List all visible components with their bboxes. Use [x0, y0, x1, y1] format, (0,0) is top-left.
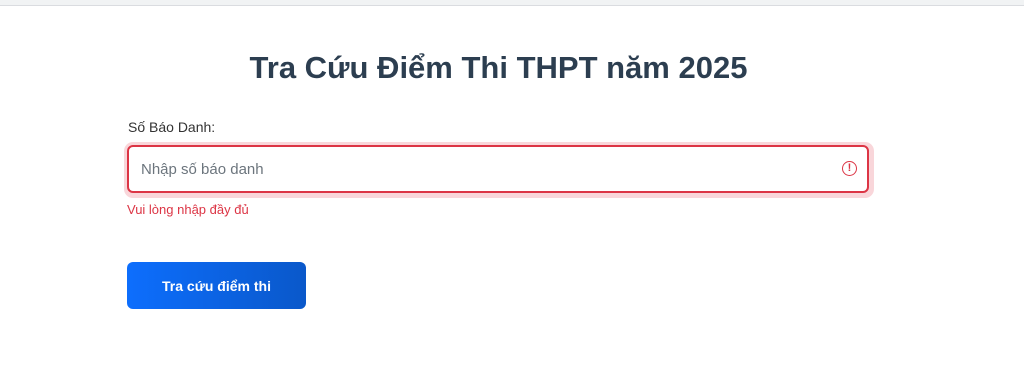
sbd-input[interactable]	[141, 147, 821, 191]
sbd-input-box: !	[127, 145, 869, 193]
browser-top-edge	[0, 0, 1024, 6]
error-message: Vui lòng nhập đầy đủ	[127, 202, 249, 217]
sbd-label: Số Báo Danh:	[128, 119, 216, 135]
sbd-input-focus-ring: !	[124, 142, 874, 198]
lookup-button[interactable]: Tra cứu điểm thi	[127, 262, 306, 309]
page-title: Tra Cứu Điểm Thi THPT năm 2025	[249, 50, 748, 85]
alert-circle-icon: !	[842, 161, 857, 176]
